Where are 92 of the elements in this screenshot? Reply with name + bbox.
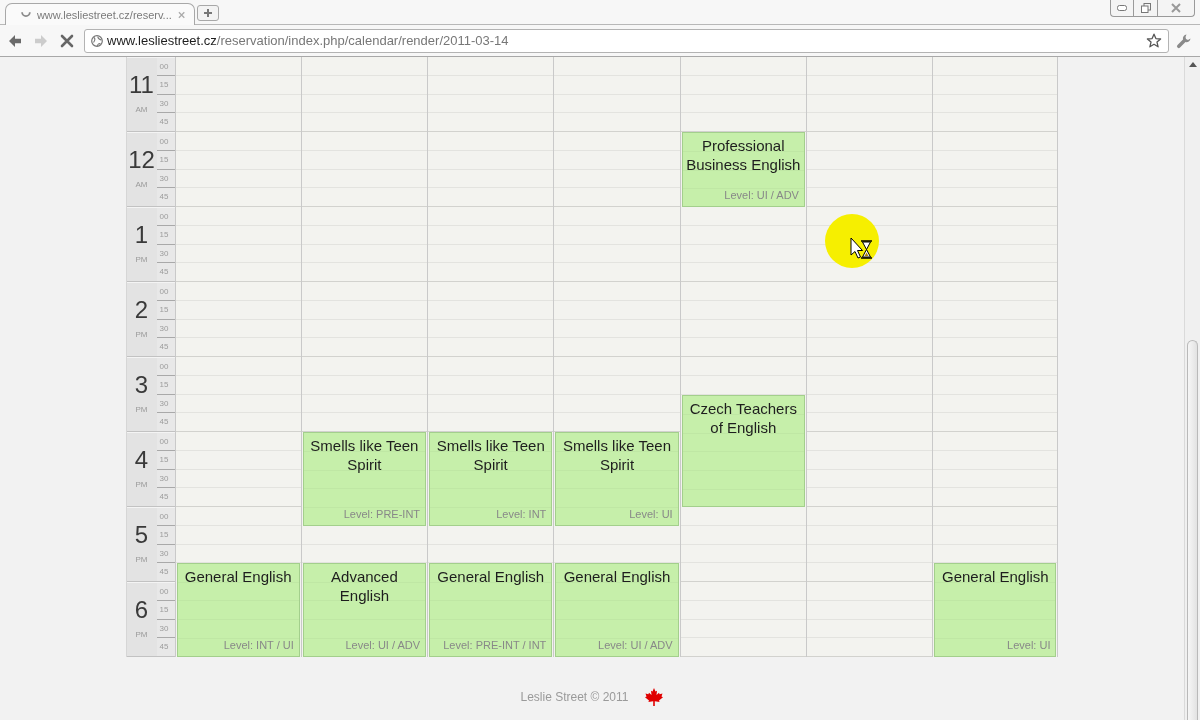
- event-level: Level: INT / UI: [222, 639, 295, 653]
- hour-label: 4: [134, 448, 149, 472]
- calendar-event[interactable]: Advanced English Level: UI / ADV: [302, 563, 427, 657]
- minute-label: 30: [156, 544, 175, 563]
- event-title: Smells like Teen Spirit: [435, 436, 546, 474]
- back-arrow-icon: [8, 33, 22, 48]
- minute-label: 15: [156, 301, 175, 320]
- event-level: Level: UI / ADV: [597, 639, 674, 653]
- calendar-event[interactable]: General English Level: UI / ADV: [555, 563, 679, 657]
- event-level: Level: PRE-INT / INT: [442, 639, 548, 653]
- plus-icon: [203, 8, 213, 18]
- calendar-event[interactable]: Smells like Teen Spirit Level: PRE-INT: [302, 432, 427, 526]
- restore-icon: [1140, 3, 1151, 13]
- period-label: PM: [135, 255, 148, 265]
- minute-label: 15: [156, 451, 175, 470]
- calendar-event[interactable]: Professional Business English Level: UI / ADV: [681, 132, 805, 207]
- forward-arrow-icon: [34, 33, 48, 48]
- period-label: PM: [135, 330, 148, 340]
- vertical-scrollbar[interactable]: [1184, 57, 1200, 720]
- minute-label: 45: [156, 187, 175, 206]
- hour-label: 11: [129, 73, 154, 97]
- browser-tab[interactable]: www.lesliestreet.cz/reserv...: [5, 3, 195, 25]
- close-icon: [1171, 3, 1181, 13]
- maple-leaf-icon: [643, 687, 664, 707]
- minute-label: 15: [156, 601, 175, 620]
- calendar-event[interactable]: Smells like Teen Spirit Level: INT: [429, 432, 553, 526]
- hour-label: 2: [134, 298, 149, 322]
- event-level: Level: UI / ADV: [344, 639, 422, 653]
- address-bar[interactable]: www.lesliestreet.cz/reservation/index.php/calendar/render/2011-03-14: [84, 28, 1169, 53]
- period-label: AM: [135, 105, 148, 115]
- period-label: PM: [135, 405, 148, 415]
- minute-label: 30: [156, 469, 175, 488]
- period-label: AM: [135, 180, 148, 190]
- minute-label: 30: [156, 619, 175, 638]
- event-title: General English: [183, 567, 293, 587]
- hour-label: 5: [134, 523, 149, 547]
- minute-label: 30: [156, 94, 175, 113]
- minute-label: 15: [156, 376, 175, 395]
- period-label: PM: [135, 555, 148, 565]
- stop-icon: [60, 33, 74, 48]
- event-level: Level: UI: [628, 507, 674, 522]
- close-button[interactable]: [1157, 0, 1195, 17]
- minute-label: 15: [156, 151, 175, 170]
- event-title: Czech Teachers of English: [688, 398, 798, 437]
- restore-button[interactable]: [1133, 0, 1157, 17]
- event-level: Level: UI / ADV: [723, 189, 800, 203]
- event-title: Advanced English: [330, 567, 399, 606]
- minute-label: 30: [156, 394, 175, 413]
- minute-label: 15: [156, 526, 175, 545]
- minute-label: 15: [156, 76, 175, 95]
- globe-icon: [91, 34, 103, 47]
- event-title: General English: [562, 567, 672, 587]
- bookmark-star-icon[interactable]: [1146, 32, 1162, 49]
- minute-label: 45: [156, 262, 175, 281]
- hour-label: 1: [134, 223, 149, 247]
- hour-label: 6: [134, 598, 149, 622]
- new-tab-button[interactable]: [197, 5, 219, 21]
- busy-cursor-icon: [824, 213, 880, 269]
- minimize-button[interactable]: [1110, 0, 1133, 17]
- event-title: Smells like Teen Spirit: [561, 436, 673, 474]
- event-level: Level: INT: [495, 507, 548, 522]
- minute-label: 45: [156, 337, 175, 356]
- wrench-icon: [1176, 32, 1192, 49]
- calendar-event[interactable]: General English Level: PRE-INT / INT: [429, 563, 553, 657]
- scrollbar-thumb[interactable]: [1187, 340, 1198, 720]
- hour-label: 3: [134, 373, 149, 397]
- calendar-event[interactable]: Czech Teachers of English: [681, 394, 805, 507]
- event-level: Level: PRE-INT: [342, 507, 422, 522]
- calendar-event[interactable]: Smells like Teen Spirit Level: UI: [555, 432, 679, 526]
- minute-label: 45: [156, 562, 175, 581]
- event-title: Professional Business English: [685, 136, 802, 174]
- calendar-event[interactable]: General English Level: INT / UI: [176, 563, 300, 657]
- minute-label: 30: [156, 169, 175, 188]
- event-title: Smells like Teen Spirit: [309, 436, 420, 474]
- event-title: General English: [940, 567, 1050, 587]
- minute-label: 45: [156, 637, 175, 656]
- hour-label: 12: [128, 148, 155, 172]
- minute-label: 45: [156, 412, 175, 431]
- minute-label: 45: [156, 112, 175, 131]
- footer-text: Leslie Street © 2011: [520, 690, 629, 704]
- minimize-icon: [1117, 5, 1127, 11]
- event-title: General English: [436, 567, 546, 587]
- minute-label: 45: [156, 487, 175, 506]
- calendar-event[interactable]: General English Level: UI: [934, 563, 1057, 657]
- minute-label: 30: [156, 319, 175, 338]
- minute-label: 30: [156, 244, 175, 263]
- period-label: PM: [135, 630, 148, 640]
- minute-label: 15: [156, 226, 175, 245]
- up-triangle-icon: [1188, 61, 1197, 67]
- period-label: PM: [135, 480, 148, 490]
- close-icon[interactable]: [177, 10, 185, 19]
- event-level: Level: UI: [1006, 639, 1052, 653]
